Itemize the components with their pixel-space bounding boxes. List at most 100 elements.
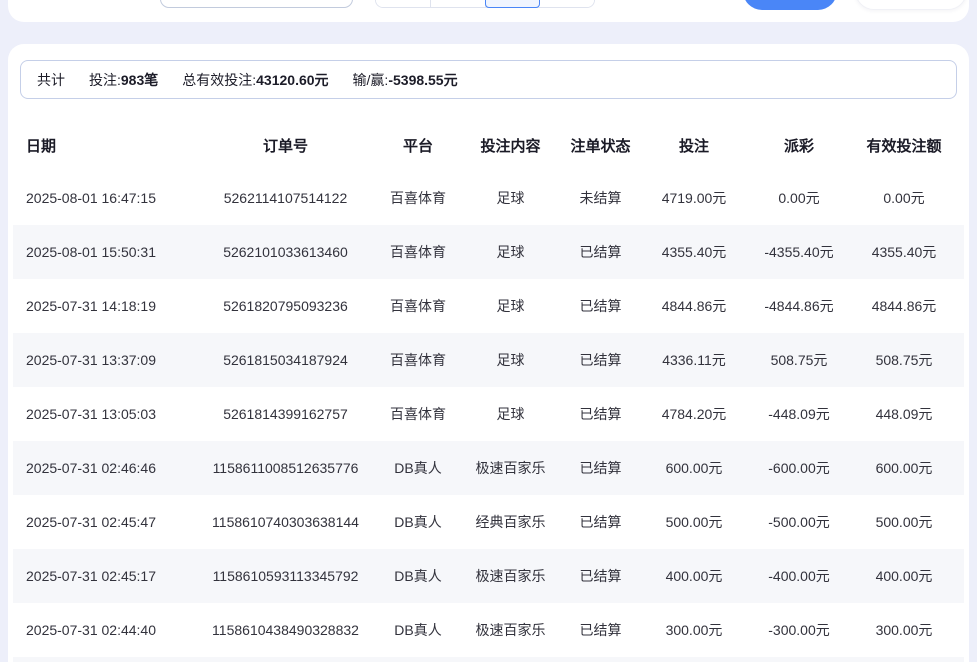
table-row: 2025-08-01 16:47:15 5262114107514122 百喜体… <box>13 171 964 225</box>
cell-valid-bet: 300.00元 <box>858 603 964 657</box>
cell-valid-bet: 448.09元 <box>858 387 964 441</box>
cell-order-no: 1158610740303638144 <box>203 495 368 549</box>
table-row: 2025-07-31 02:45:47 1158610740303638144 … <box>13 495 964 549</box>
table-row: 2025-07-31 14:18:19 5261820795093236 百喜体… <box>13 279 964 333</box>
cell-payout: -600.00元 <box>740 441 858 495</box>
app-root: 共计 投注:983笔 总有效投注:43120.60元 输/赢:-5398.55元… <box>0 0 977 662</box>
search-button[interactable] <box>743 0 837 10</box>
segment-option-4[interactable] <box>539 0 594 7</box>
segment-option-2[interactable] <box>431 0 486 7</box>
summary-win-loss: 输/赢:-5398.55元 <box>353 70 458 90</box>
cell-status: 已结算 <box>553 441 648 495</box>
cell-order-no: 5261815034187924 <box>203 333 368 387</box>
cell-bet: 500.00元 <box>648 495 740 549</box>
toolbar <box>8 0 969 22</box>
summary-bar: 共计 投注:983笔 总有效投注:43120.60元 输/赢:-5398.55元 <box>20 60 957 99</box>
search-input[interactable] <box>160 0 353 8</box>
cell-content: 极速百家乐 <box>468 603 553 657</box>
col-header-order-no: 订单号 <box>203 119 368 171</box>
table-row: 2025-07-31 02:44:40 1158610438490328832 … <box>13 603 964 657</box>
cell-order-no: 5261820795093236 <box>203 279 368 333</box>
cell-order-no: 5261814399162757 <box>203 387 368 441</box>
cell-payout: 0.00元 <box>740 171 858 225</box>
cell-bet: 4336.11元 <box>648 333 740 387</box>
cell-date: 2025-07-31 13:05:03 <box>13 387 203 441</box>
cell-bet: 4784.20元 <box>648 387 740 441</box>
summary-total-valid-bets: 总有效投注:43120.60元 <box>182 70 328 90</box>
cell-bet: 4719.00元 <box>648 171 740 225</box>
table-row: 2025-07-31 13:05:03 5261814399162757 百喜体… <box>13 387 964 441</box>
cell-status: 已结算 <box>553 603 648 657</box>
table-row: 2025-07-31 02:46:46 1158611008512635776 … <box>13 441 964 495</box>
cell-status: 已结算 <box>553 279 648 333</box>
cell-content: 经典百家乐 <box>468 495 553 549</box>
cell-order-no: 5262114107514122 <box>203 171 368 225</box>
cell-valid-bet: 400.00元 <box>858 549 964 603</box>
table-body: 2025-08-01 16:47:15 5262114107514122 百喜体… <box>13 171 964 662</box>
table-row: 2025-07-31 02:45:17 1158610593113345792 … <box>13 549 964 603</box>
cell-valid-bet: 500.00元 <box>858 495 964 549</box>
cell-payout: -4844.86元 <box>740 279 858 333</box>
cell-payout: -300.00元 <box>740 603 858 657</box>
cell-platform: DB真人 <box>368 549 468 603</box>
cell-content: 极速百家乐 <box>468 441 553 495</box>
col-header-status: 注单状态 <box>553 119 648 171</box>
col-header-date: 日期 <box>13 119 203 171</box>
cell-bet: 4355.40元 <box>648 225 740 279</box>
cell-date: 2025-08-01 15:50:31 <box>13 225 203 279</box>
cell-valid-bet <box>858 657 964 662</box>
cell-status: 已结算 <box>553 387 648 441</box>
table-row <box>13 657 964 662</box>
cell-platform: DB真人 <box>368 441 468 495</box>
cell-payout: -448.09元 <box>740 387 858 441</box>
cell-content: 足球 <box>468 333 553 387</box>
cell-content: 足球 <box>468 225 553 279</box>
cell-payout: -500.00元 <box>740 495 858 549</box>
cell-date: 2025-07-31 14:18:19 <box>13 279 203 333</box>
cell-valid-bet: 4355.40元 <box>858 225 964 279</box>
cell-payout: -400.00元 <box>740 549 858 603</box>
cell-status: 已结算 <box>553 549 648 603</box>
segment-option-1[interactable] <box>376 0 431 7</box>
cell-platform: 百喜体育 <box>368 387 468 441</box>
bet-records-table: 日期 订单号 平台 投注内容 注单状态 投注 派彩 有效投注额 2025-08-… <box>13 119 964 662</box>
cell-date: 2025-07-31 13:37:09 <box>13 333 203 387</box>
col-header-bet: 投注 <box>648 119 740 171</box>
cell-bet <box>648 657 740 662</box>
cell-status: 未结算 <box>553 171 648 225</box>
cell-platform: DB真人 <box>368 495 468 549</box>
reset-button[interactable] <box>855 0 967 10</box>
cell-order-no <box>203 657 368 662</box>
col-header-payout: 派彩 <box>740 119 858 171</box>
summary-prefix: 共计 <box>37 70 65 90</box>
bet-records-card: 共计 投注:983笔 总有效投注:43120.60元 输/赢:-5398.55元… <box>8 44 969 662</box>
cell-date <box>13 657 203 662</box>
cell-valid-bet: 508.75元 <box>858 333 964 387</box>
col-header-content: 投注内容 <box>468 119 553 171</box>
cell-valid-bet: 600.00元 <box>858 441 964 495</box>
cell-platform: 百喜体育 <box>368 333 468 387</box>
cell-order-no: 5262101033613460 <box>203 225 368 279</box>
col-header-valid-bet: 有效投注额 <box>858 119 964 171</box>
cell-content: 极速百家乐 <box>468 549 553 603</box>
col-header-platform: 平台 <box>368 119 468 171</box>
cell-valid-bet: 4844.86元 <box>858 279 964 333</box>
segment-option-3-active[interactable] <box>485 0 540 8</box>
cell-status: 已结算 <box>553 495 648 549</box>
cell-date: 2025-07-31 02:45:17 <box>13 549 203 603</box>
cell-valid-bet: 0.00元 <box>858 171 964 225</box>
table-row: 2025-08-01 15:50:31 5262101033613460 百喜体… <box>13 225 964 279</box>
summary-total-bets: 投注:983笔 <box>89 70 158 90</box>
cell-bet: 4844.86元 <box>648 279 740 333</box>
cell-bet: 600.00元 <box>648 441 740 495</box>
cell-payout: 508.75元 <box>740 333 858 387</box>
cell-order-no: 1158610438490328832 <box>203 603 368 657</box>
table-row: 2025-07-31 13:37:09 5261815034187924 百喜体… <box>13 333 964 387</box>
cell-status: 已结算 <box>553 333 648 387</box>
cell-content <box>468 657 553 662</box>
cell-platform <box>368 657 468 662</box>
cell-bet: 400.00元 <box>648 549 740 603</box>
cell-content: 足球 <box>468 279 553 333</box>
cell-platform: 百喜体育 <box>368 171 468 225</box>
cell-platform: 百喜体育 <box>368 279 468 333</box>
